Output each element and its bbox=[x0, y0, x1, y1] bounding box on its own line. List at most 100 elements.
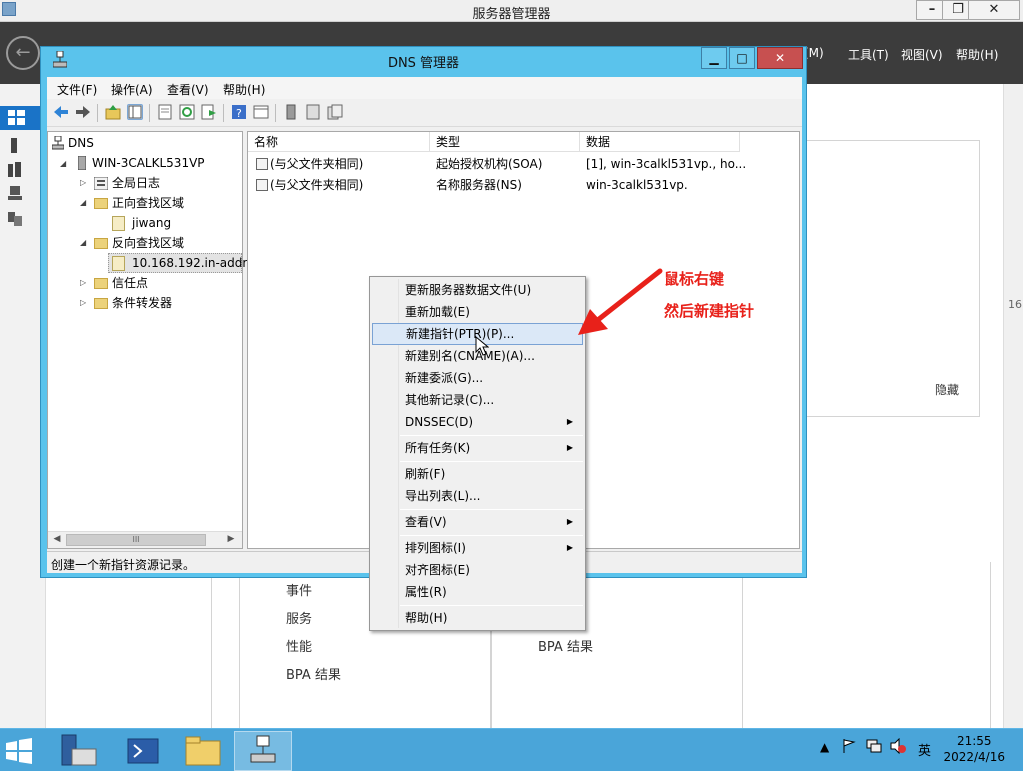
export-list-icon[interactable] bbox=[201, 104, 217, 120]
menu-item-new-delegation[interactable]: 新建委派(G)... bbox=[372, 367, 583, 389]
menu-item-label: 其他新记录(C)... bbox=[405, 393, 495, 407]
menu-help-dns[interactable]: 帮助(H) bbox=[223, 81, 265, 98]
collapse-icon[interactable]: ◢ bbox=[80, 194, 86, 212]
context-menu: 更新服务器数据文件(U) 重新加载(E) 新建指针(PTR)(P)... 新建别… bbox=[369, 276, 586, 631]
column-header-type[interactable]: 类型 bbox=[430, 132, 580, 152]
column-header-name[interactable]: 名称 bbox=[248, 132, 430, 152]
clock[interactable]: 21:55 2022/4/16 bbox=[943, 733, 1005, 765]
menu-item-reload[interactable]: 重新加载(E) bbox=[372, 301, 583, 323]
start-windows-icon[interactable] bbox=[4, 737, 34, 765]
dns-maximize-button[interactable]: □ bbox=[729, 47, 755, 69]
help-icon[interactable]: ? bbox=[231, 104, 247, 120]
tile-item-bpa-right[interactable]: BPA 结果 bbox=[538, 636, 593, 655]
svg-text:?: ? bbox=[236, 107, 242, 120]
record-icon[interactable] bbox=[327, 104, 343, 120]
menu-item-properties[interactable]: 属性(R) bbox=[372, 581, 583, 603]
menu-separator bbox=[400, 509, 583, 510]
dns-minimize-button[interactable]: ▁ bbox=[701, 47, 727, 69]
tile-item-bpa[interactable]: BPA 结果 bbox=[286, 664, 341, 683]
close-button[interactable]: ✕ bbox=[968, 0, 1020, 20]
network-icon[interactable] bbox=[866, 738, 882, 757]
tile-item-performance[interactable]: 性能 bbox=[286, 636, 312, 655]
taskbar-dns-icon[interactable] bbox=[234, 731, 292, 771]
menu-item-help[interactable]: 帮助(H) bbox=[372, 607, 583, 629]
toolbar-separator bbox=[223, 104, 224, 122]
tile-item-events[interactable]: 事件 bbox=[286, 580, 312, 599]
menu-item-arrange-icons[interactable]: 排列图标(I) ▶ bbox=[372, 537, 583, 559]
annotation-line-2: 然后新建指针 bbox=[664, 302, 755, 320]
menu-separator bbox=[400, 435, 583, 436]
taskbar-powershell-icon[interactable] bbox=[114, 731, 172, 771]
expand-icon[interactable]: ▷ bbox=[80, 294, 86, 312]
menu-item-label: 重新加载(E) bbox=[405, 305, 470, 319]
menu-item-label: 查看(V) bbox=[405, 515, 447, 529]
refresh-icon[interactable] bbox=[179, 104, 195, 120]
menu-item-update-server-data-file[interactable]: 更新服务器数据文件(U) bbox=[372, 279, 583, 301]
submenu-arrow-icon: ▶ bbox=[566, 443, 573, 452]
back-arrow-icon[interactable] bbox=[53, 104, 69, 120]
menu-item-label: 新建委派(G)... bbox=[405, 371, 484, 385]
scroll-left-icon[interactable]: ◀ bbox=[50, 534, 64, 546]
scroll-thumb[interactable]: III bbox=[66, 534, 206, 546]
server-icon[interactable] bbox=[283, 104, 299, 120]
zone-icon[interactable] bbox=[305, 104, 321, 120]
folder-icon bbox=[94, 298, 108, 309]
annotation-line-1: 鼠标右键 bbox=[664, 270, 725, 288]
submenu-arrow-icon: ▶ bbox=[566, 543, 573, 552]
menu-view-dns[interactable]: 查看(V) bbox=[167, 81, 209, 98]
properties-sheet-icon[interactable] bbox=[157, 104, 173, 120]
collapse-icon[interactable]: ◢ bbox=[80, 234, 86, 252]
taskbar-server-manager-icon[interactable] bbox=[52, 731, 110, 771]
taskbar-explorer-icon[interactable] bbox=[174, 731, 232, 771]
local-server-icon[interactable] bbox=[8, 138, 28, 154]
tree-label-reverse-zone: 10.168.192.in-addr. bbox=[132, 256, 251, 270]
dns-role-icon[interactable] bbox=[8, 186, 28, 202]
dns-root-icon bbox=[51, 135, 65, 155]
menu-tools[interactable]: 工具(T) bbox=[848, 46, 889, 63]
record-icon bbox=[256, 179, 268, 191]
tree-horizontal-scrollbar[interactable]: ◀ III ▶ bbox=[48, 531, 242, 548]
menu-item-label: 对齐图标(E) bbox=[405, 563, 470, 577]
menu-item-view[interactable]: 查看(V) ▶ bbox=[372, 511, 583, 533]
menu-file[interactable]: 文件(F) bbox=[57, 81, 97, 98]
all-servers-icon[interactable] bbox=[8, 162, 28, 178]
menu-item-line-up-icons[interactable]: 对齐图标(E) bbox=[372, 559, 583, 581]
forward-arrow-icon[interactable] bbox=[75, 104, 91, 120]
ime-indicator[interactable]: 英 bbox=[918, 740, 931, 759]
collapse-icon[interactable]: ◢ bbox=[60, 155, 66, 173]
menu-help[interactable]: 帮助(H) bbox=[956, 46, 998, 63]
table-row[interactable]: (与父文件夹相同) 起始授权机构(SOA) [1], win-3calkl531… bbox=[248, 154, 799, 174]
dns-close-button[interactable]: ✕ bbox=[757, 47, 803, 69]
menu-item-all-tasks[interactable]: 所有任务(K) ▶ bbox=[372, 437, 583, 459]
menu-item-label: 帮助(H) bbox=[405, 611, 448, 625]
menu-item-refresh[interactable]: 刷新(F) bbox=[372, 463, 583, 485]
action-pane-icon[interactable] bbox=[253, 104, 269, 120]
back-icon[interactable]: ← bbox=[6, 36, 40, 70]
table-row[interactable]: (与父文件夹相同) 名称服务器(NS) win-3calkl531vp. bbox=[248, 175, 799, 195]
menu-item-other-new-records[interactable]: 其他新记录(C)... bbox=[372, 389, 583, 411]
show-hide-tree-icon[interactable] bbox=[127, 104, 143, 120]
action-center-flag-icon[interactable] bbox=[842, 738, 856, 757]
menu-item-dnssec[interactable]: DNSSEC(D) ▶ bbox=[372, 411, 583, 433]
mouse-pointer-icon bbox=[475, 335, 490, 356]
vertical-scrollbar[interactable]: 16 bbox=[1003, 84, 1023, 728]
dns-window-title: DNS 管理器 bbox=[387, 56, 460, 71]
volume-muted-icon[interactable] bbox=[890, 737, 906, 757]
file-services-icon[interactable] bbox=[8, 212, 28, 228]
hide-label[interactable]: 隐藏 bbox=[935, 381, 959, 398]
dashboard-icon[interactable] bbox=[8, 110, 28, 126]
tray-expand-icon[interactable]: ▲ bbox=[820, 740, 829, 754]
expand-icon[interactable]: ▷ bbox=[80, 274, 86, 292]
record-icon bbox=[256, 158, 268, 170]
column-header-data[interactable]: 数据 bbox=[580, 132, 740, 152]
scroll-right-icon[interactable]: ▶ bbox=[224, 534, 238, 546]
folder-icon bbox=[94, 278, 108, 289]
menu-item-export-list[interactable]: 导出列表(L)... bbox=[372, 485, 583, 507]
expand-icon[interactable]: ▷ bbox=[80, 174, 86, 192]
menu-action[interactable]: 操作(A) bbox=[111, 81, 153, 98]
up-folder-icon[interactable] bbox=[105, 104, 121, 120]
menu-item-label: 新建别名(CNAME)(A)... bbox=[405, 349, 535, 363]
menu-view[interactable]: 视图(V) bbox=[901, 46, 943, 63]
folder-icon bbox=[94, 198, 108, 209]
tile-item-services[interactable]: 服务 bbox=[286, 608, 312, 627]
